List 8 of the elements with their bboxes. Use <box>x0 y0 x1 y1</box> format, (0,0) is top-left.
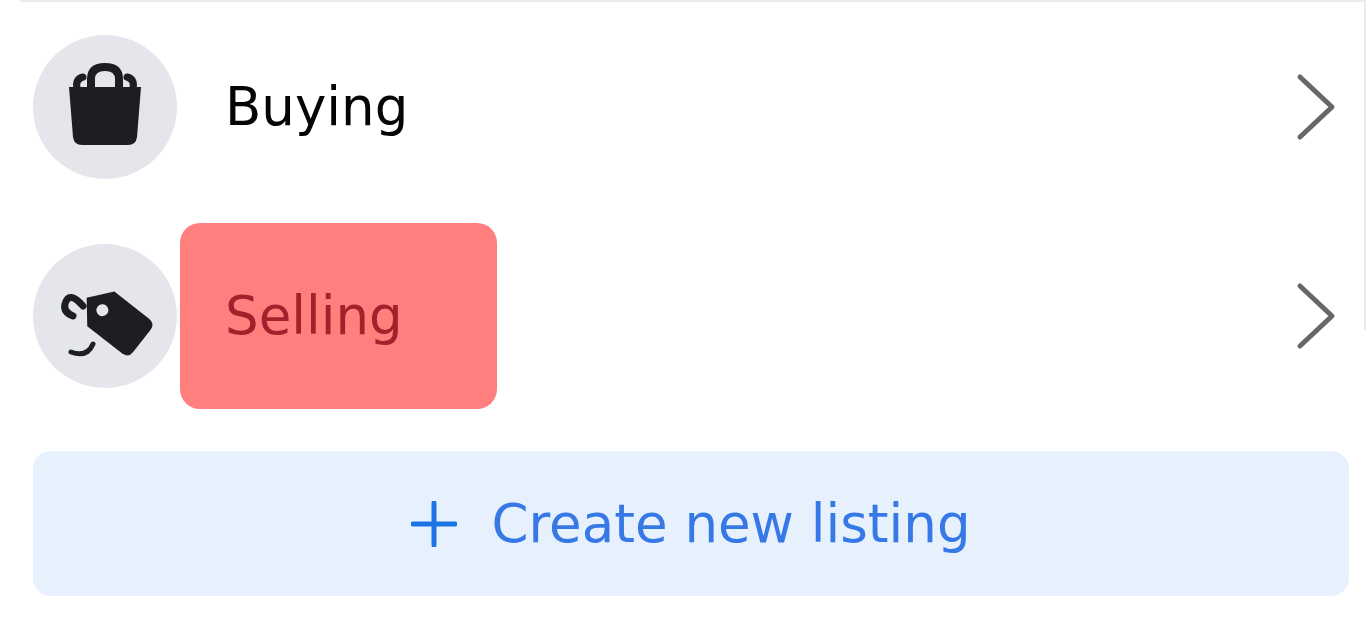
price-tag-icon <box>33 243 177 388</box>
shopping-bag-icon <box>33 34 177 179</box>
create-listing-button[interactable]: Create new listing <box>33 451 1349 596</box>
plus-icon <box>411 500 458 547</box>
menu-item-label[interactable]: Buying <box>225 74 409 139</box>
chevron-right-icon[interactable] <box>1296 281 1336 350</box>
chevron-right-icon[interactable] <box>1296 72 1336 141</box>
menu-item-label[interactable]: Selling <box>225 283 403 348</box>
